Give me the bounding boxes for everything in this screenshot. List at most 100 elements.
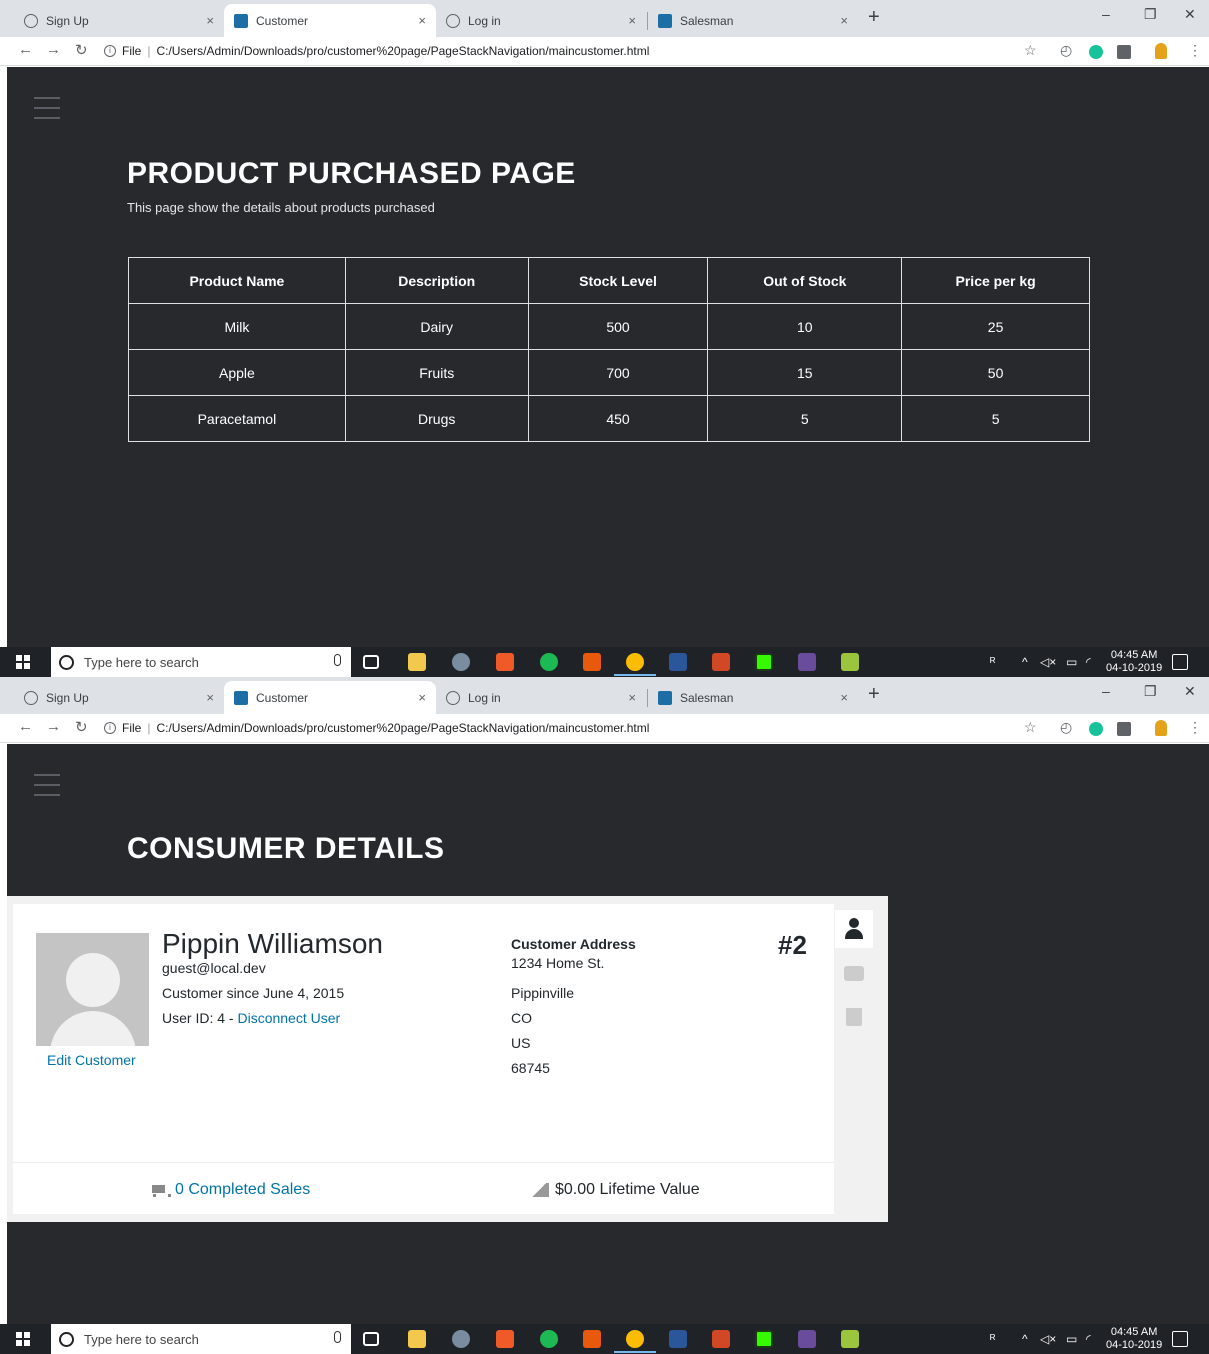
people-icon[interactable]: ᴿ (990, 1332, 995, 1346)
chrome-icon[interactable] (626, 653, 644, 671)
close-icon[interactable]: × (206, 690, 214, 705)
close-icon[interactable]: × (206, 13, 214, 28)
new-tab-button[interactable]: + (868, 6, 880, 29)
browser-tab-strip: Sign Up × Customer × Log in × Salesman ×… (0, 677, 1209, 714)
hamburger-menu-icon[interactable] (34, 97, 60, 127)
close-icon[interactable]: × (840, 13, 848, 28)
word-icon[interactable] (669, 1330, 687, 1348)
tab-log-in[interactable]: Log in × (436, 4, 646, 37)
windows-taskbar: Type here to search ᴿ ^ ◁× ▭ ◜ 04:45 AM … (0, 1324, 1209, 1354)
taskbar-search-box[interactable]: Type here to search (51, 647, 351, 677)
reload-icon[interactable]: ↻ (75, 41, 88, 59)
tab-sign-up[interactable]: Sign Up × (14, 681, 224, 714)
tray-expand-icon[interactable]: ^ (1022, 655, 1028, 669)
speed-extension-icon[interactable]: ◴ (1060, 719, 1072, 736)
winrar-icon[interactable] (798, 1330, 816, 1348)
grammarly-extension-icon[interactable] (1089, 722, 1103, 736)
powerpoint-icon[interactable] (712, 1330, 730, 1348)
tab-salesman[interactable]: Salesman × (648, 681, 858, 714)
paint-app-icon[interactable] (452, 1330, 470, 1348)
task-view-icon[interactable] (363, 1332, 379, 1346)
menu-icon[interactable]: ⋮ (1188, 42, 1202, 59)
dreamweaver-icon[interactable] (755, 653, 773, 671)
taskbar-search-box[interactable]: Type here to search (51, 1324, 351, 1354)
minimize-icon[interactable]: – (1102, 6, 1110, 22)
chart-app-icon[interactable] (841, 1330, 859, 1348)
hamburger-menu-icon[interactable] (34, 774, 60, 804)
chrome-icon[interactable] (626, 1330, 644, 1348)
back-icon[interactable]: ← (18, 718, 33, 735)
extension-badge-icon[interactable] (1117, 45, 1131, 59)
bookmark-star-icon[interactable]: ☆ (1024, 42, 1037, 59)
tab-notes[interactable] (835, 954, 873, 992)
back-icon[interactable]: ← (18, 41, 33, 58)
reload-icon[interactable]: ↻ (75, 718, 88, 736)
tab-sign-up[interactable]: Sign Up × (14, 4, 224, 37)
tab-customer[interactable]: Customer × (224, 681, 436, 714)
forward-icon[interactable]: → (46, 718, 61, 735)
url-field[interactable]: i File | C:/Users/Admin/Downloads/pro/cu… (104, 717, 649, 739)
tab-salesman[interactable]: Salesman × (648, 4, 858, 37)
people-icon[interactable]: ᴿ (990, 655, 995, 669)
file-explorer-icon[interactable] (408, 1330, 426, 1348)
close-icon[interactable]: × (628, 13, 636, 28)
speed-extension-icon[interactable]: ◴ (1060, 42, 1072, 59)
tab-delete[interactable] (835, 998, 873, 1036)
xampp-icon[interactable] (496, 1330, 514, 1348)
word-icon[interactable] (669, 653, 687, 671)
restore-icon[interactable]: ❐ (1144, 683, 1157, 700)
file-explorer-icon[interactable] (408, 653, 426, 671)
system-clock[interactable]: 04:45 AM 04-10-2019 (1106, 1326, 1162, 1352)
microphone-icon[interactable] (334, 1331, 341, 1343)
dreamweaver-icon[interactable] (755, 1330, 773, 1348)
close-icon[interactable]: × (840, 690, 848, 705)
forward-icon[interactable]: → (46, 41, 61, 58)
extension-figure-icon[interactable] (1155, 43, 1167, 59)
close-icon[interactable]: × (418, 13, 426, 28)
disconnect-user-link[interactable]: Disconnect User (237, 1010, 340, 1026)
bookmark-star-icon[interactable]: ☆ (1024, 719, 1037, 736)
windows-start-icon[interactable] (16, 1332, 30, 1346)
edit-customer-link[interactable]: Edit Customer (47, 1052, 136, 1068)
window-close-icon[interactable]: ✕ (1184, 683, 1196, 700)
extension-badge-icon[interactable] (1117, 722, 1131, 736)
wifi-icon[interactable]: ◜ (1086, 1332, 1091, 1346)
completed-sales-link[interactable]: 0 Completed Sales (149, 1181, 310, 1199)
minimize-icon[interactable]: – (1102, 683, 1110, 699)
wifi-icon[interactable]: ◜ (1086, 655, 1091, 669)
tab-log-in[interactable]: Log in × (436, 681, 646, 714)
windows-start-icon[interactable] (16, 655, 30, 669)
new-tab-button[interactable]: + (868, 683, 880, 706)
tab-customer[interactable]: Customer × (224, 4, 436, 37)
close-icon[interactable]: × (628, 690, 636, 705)
chart-app-icon[interactable] (841, 653, 859, 671)
spotify-icon[interactable] (540, 653, 558, 671)
microphone-icon[interactable] (334, 654, 341, 666)
extension-figure-icon[interactable] (1155, 720, 1167, 736)
close-icon[interactable]: × (418, 690, 426, 705)
url-field[interactable]: i File | C:/Users/Admin/Downloads/pro/cu… (104, 40, 649, 62)
system-clock[interactable]: 04:45 AM 04-10-2019 (1106, 649, 1162, 675)
spotify-icon[interactable] (540, 1330, 558, 1348)
menu-icon[interactable]: ⋮ (1188, 719, 1202, 736)
restore-icon[interactable]: ❐ (1144, 6, 1157, 23)
tray-expand-icon[interactable]: ^ (1022, 1332, 1028, 1346)
tab-profile[interactable] (835, 910, 873, 948)
app-g-icon[interactable] (583, 653, 601, 671)
task-view-icon[interactable] (363, 655, 379, 669)
paint-app-icon[interactable] (452, 653, 470, 671)
battery-icon[interactable]: ▭ (1066, 1332, 1077, 1346)
grammarly-extension-icon[interactable] (1089, 45, 1103, 59)
volume-muted-icon[interactable]: ◁× (1040, 655, 1056, 669)
notification-icon[interactable] (1172, 1331, 1188, 1347)
battery-icon[interactable]: ▭ (1066, 655, 1077, 669)
info-icon[interactable]: i (104, 722, 116, 734)
winrar-icon[interactable] (798, 653, 816, 671)
app-g-icon[interactable] (583, 1330, 601, 1348)
powerpoint-icon[interactable] (712, 653, 730, 671)
volume-muted-icon[interactable]: ◁× (1040, 1332, 1056, 1346)
window-close-icon[interactable]: ✕ (1184, 6, 1196, 23)
notification-icon[interactable] (1172, 654, 1188, 670)
xampp-icon[interactable] (496, 653, 514, 671)
info-icon[interactable]: i (104, 45, 116, 57)
